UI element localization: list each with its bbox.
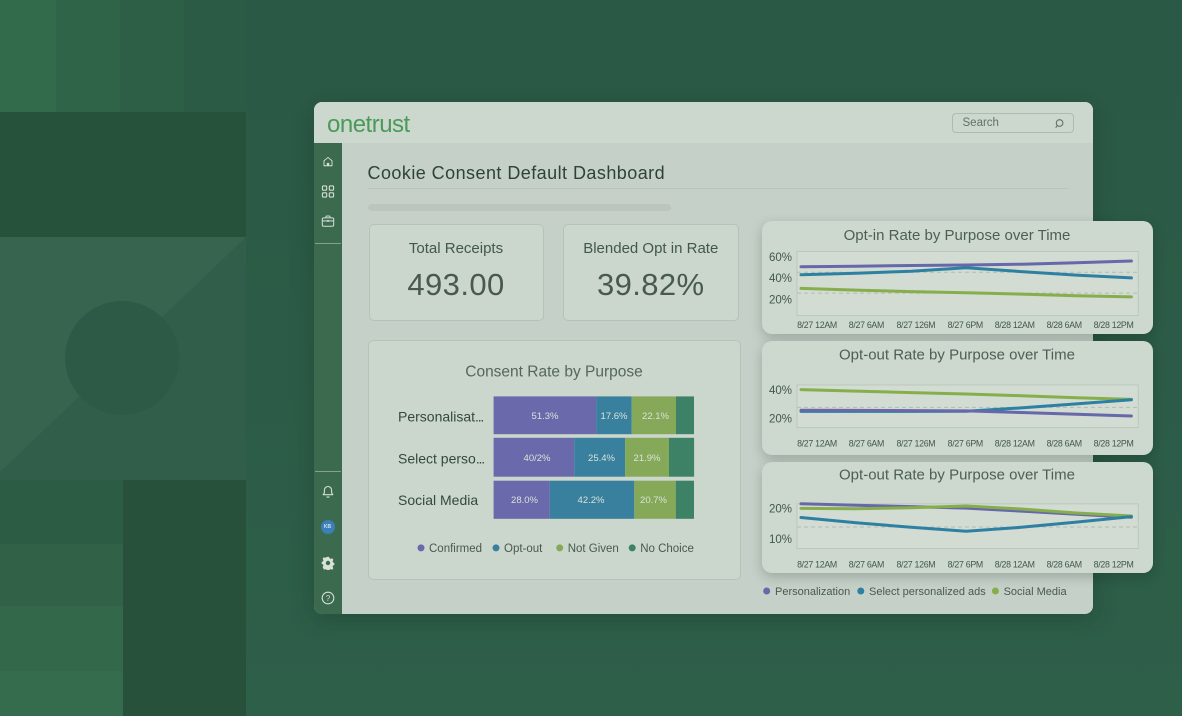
svg-text:8/28 12AM: 8/28 12AM <box>995 439 1035 449</box>
svg-text:?: ? <box>325 594 330 603</box>
svg-text:8/28 12PM: 8/28 12PM <box>1094 439 1134 449</box>
svg-text:8/28 6AM: 8/28 6AM <box>1047 439 1082 449</box>
svg-text:Opt-out: Opt-out <box>504 543 543 555</box>
svg-text:Consent Rate by Purpose: Consent Rate by Purpose <box>465 364 643 381</box>
svg-text:8/28 12PM: 8/28 12PM <box>1094 320 1134 330</box>
svg-text:8/27 126M: 8/27 126M <box>896 320 935 330</box>
svg-text:8/27 6AM: 8/27 6AM <box>849 439 884 449</box>
svg-text:8/27 6PM: 8/27 6PM <box>948 320 983 330</box>
svg-text:20%: 20% <box>769 294 792 306</box>
svg-text:8/28 12AM: 8/28 12AM <box>995 320 1035 330</box>
svg-text:8/27 6PM: 8/27 6PM <box>948 560 983 570</box>
svg-text:60%: 60% <box>769 252 792 264</box>
svg-text:Social Media: Social Media <box>1004 586 1068 598</box>
svg-text:40/2%: 40/2% <box>524 453 551 464</box>
svg-text:17.6%: 17.6% <box>601 411 628 422</box>
svg-text:Select perso...: Select perso... <box>398 451 484 467</box>
svg-text:Opt-in Rate by Purpose over Ti: Opt-in Rate by Purpose over Time <box>844 227 1071 244</box>
svg-text:8/27 6AM: 8/27 6AM <box>849 560 884 570</box>
svg-text:8/27 12AM: 8/27 12AM <box>797 560 837 570</box>
svg-text:Opt-out Rate by Purpose over T: Opt-out Rate by Purpose over Time <box>839 467 1075 484</box>
svg-text:25.4%: 25.4% <box>588 453 615 464</box>
svg-text:8/27 12AM: 8/27 12AM <box>797 439 837 449</box>
svg-text:21.9%: 21.9% <box>634 453 661 464</box>
svg-text:22.1%: 22.1% <box>642 411 669 422</box>
svg-text:51.3%: 51.3% <box>532 411 559 422</box>
svg-text:8/28 6AM: 8/28 6AM <box>1047 320 1082 330</box>
svg-text:28.0%: 28.0% <box>511 495 538 506</box>
svg-text:8/28 12AM: 8/28 12AM <box>995 560 1035 570</box>
svg-text:8/27 126M: 8/27 126M <box>896 439 935 449</box>
svg-text:20.7%: 20.7% <box>640 495 667 506</box>
svg-text:Confirmed: Confirmed <box>429 543 482 555</box>
svg-text:8/27 12AM: 8/27 12AM <box>797 320 837 330</box>
svg-text:40%: 40% <box>769 273 792 285</box>
svg-text:Personalization: Personalization <box>775 586 850 598</box>
svg-text:Social Media: Social Media <box>398 492 478 508</box>
svg-text:8/27 126M: 8/27 126M <box>896 560 935 570</box>
svg-text:20%: 20% <box>769 414 792 426</box>
svg-text:No Choice: No Choice <box>640 543 694 555</box>
svg-text:8/28 6AM: 8/28 6AM <box>1047 560 1082 570</box>
svg-text:8/28 12PM: 8/28 12PM <box>1094 560 1134 570</box>
svg-text:Opt-out Rate by Purpose over T: Opt-out Rate by Purpose over Time <box>839 346 1075 363</box>
svg-text:Select personalized ads: Select personalized ads <box>869 586 986 598</box>
svg-text:10%: 10% <box>769 534 792 546</box>
svg-text:8/27 6AM: 8/27 6AM <box>849 320 884 330</box>
svg-text:Personalisat...: Personalisat... <box>398 409 483 425</box>
svg-text:42.2%: 42.2% <box>578 495 605 506</box>
svg-text:8/27 6PM: 8/27 6PM <box>948 439 983 449</box>
svg-text:20%: 20% <box>769 504 792 516</box>
svg-text:40%: 40% <box>769 385 792 397</box>
svg-text:Not Given: Not Given <box>568 543 619 555</box>
